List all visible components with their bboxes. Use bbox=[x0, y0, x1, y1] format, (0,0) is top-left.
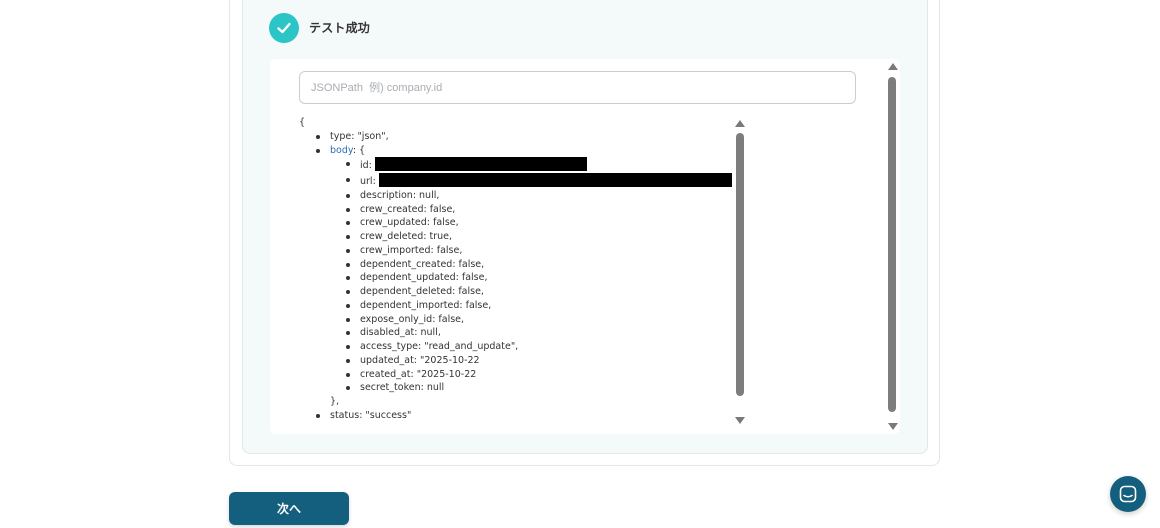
json-field-line: access_type: "read_and_update", bbox=[299, 340, 733, 354]
json-field-line: disabled_at: null, bbox=[299, 326, 733, 340]
body-key-toggle[interactable]: body bbox=[330, 145, 353, 156]
scroll-up-arrow-icon[interactable] bbox=[888, 63, 898, 70]
json-field-line: dependent_deleted: false, bbox=[299, 285, 733, 299]
jsonpath-search-input[interactable] bbox=[299, 71, 856, 104]
checkmark-icon bbox=[277, 22, 291, 34]
scroll-up-arrow-icon[interactable] bbox=[735, 120, 745, 127]
json-field-line: crew_deleted: true, bbox=[299, 230, 733, 244]
json-open-brace: { bbox=[299, 117, 306, 128]
json-field-line: expose_only_id: false, bbox=[299, 313, 733, 327]
json-body-line[interactable]: body: { bbox=[299, 144, 733, 158]
json-body-fields: description: null, crew_created: false, cr… bbox=[299, 189, 733, 395]
json-tree-viewer: { type: "json", body: { id: url: descrip… bbox=[299, 116, 733, 426]
next-button[interactable]: 次へ bbox=[229, 492, 349, 525]
test-success-title: テスト成功 bbox=[309, 21, 371, 35]
check-circle-icon bbox=[269, 13, 299, 43]
url-label: url: bbox=[360, 176, 376, 187]
json-status-line: status: "success" bbox=[299, 409, 733, 423]
chat-icon[interactable] bbox=[1110, 476, 1146, 512]
json-field-line: dependent_updated: false, bbox=[299, 271, 733, 285]
json-field-line: secret_token: null bbox=[299, 381, 733, 395]
json-field-line: dependent_created: false, bbox=[299, 258, 733, 272]
json-field-line: description: null, bbox=[299, 189, 733, 203]
redacted-url-value bbox=[378, 173, 732, 187]
json-tree-scrollbar[interactable] bbox=[735, 118, 746, 426]
json-panel-scrollbar[interactable] bbox=[887, 61, 899, 432]
json-field-line: crew_imported: false, bbox=[299, 244, 733, 258]
json-field-line: updated_at: "2025-10-22 bbox=[299, 354, 733, 368]
id-label: id: bbox=[360, 160, 372, 172]
json-field-line: crew_updated: false, bbox=[299, 216, 733, 230]
json-url-line: url: bbox=[299, 173, 733, 189]
json-field-line: crew_created: false, bbox=[299, 203, 733, 217]
json-field-line: dependent_imported: false, bbox=[299, 299, 733, 313]
scroll-down-arrow-icon[interactable] bbox=[888, 423, 898, 430]
scrollbar-thumb[interactable] bbox=[888, 77, 896, 412]
scrollbar-thumb[interactable] bbox=[736, 133, 744, 396]
json-id-line: id: bbox=[299, 157, 733, 173]
json-type-line: type: "json", bbox=[299, 130, 733, 144]
json-field-line: created_at: "2025-10-22 bbox=[299, 368, 733, 382]
scroll-down-arrow-icon[interactable] bbox=[735, 417, 745, 424]
chat-bubble-icon bbox=[1119, 485, 1137, 503]
redacted-id-value bbox=[374, 157, 587, 172]
body-open-brace: : { bbox=[352, 144, 366, 156]
body-close-brace: }, bbox=[330, 396, 340, 407]
